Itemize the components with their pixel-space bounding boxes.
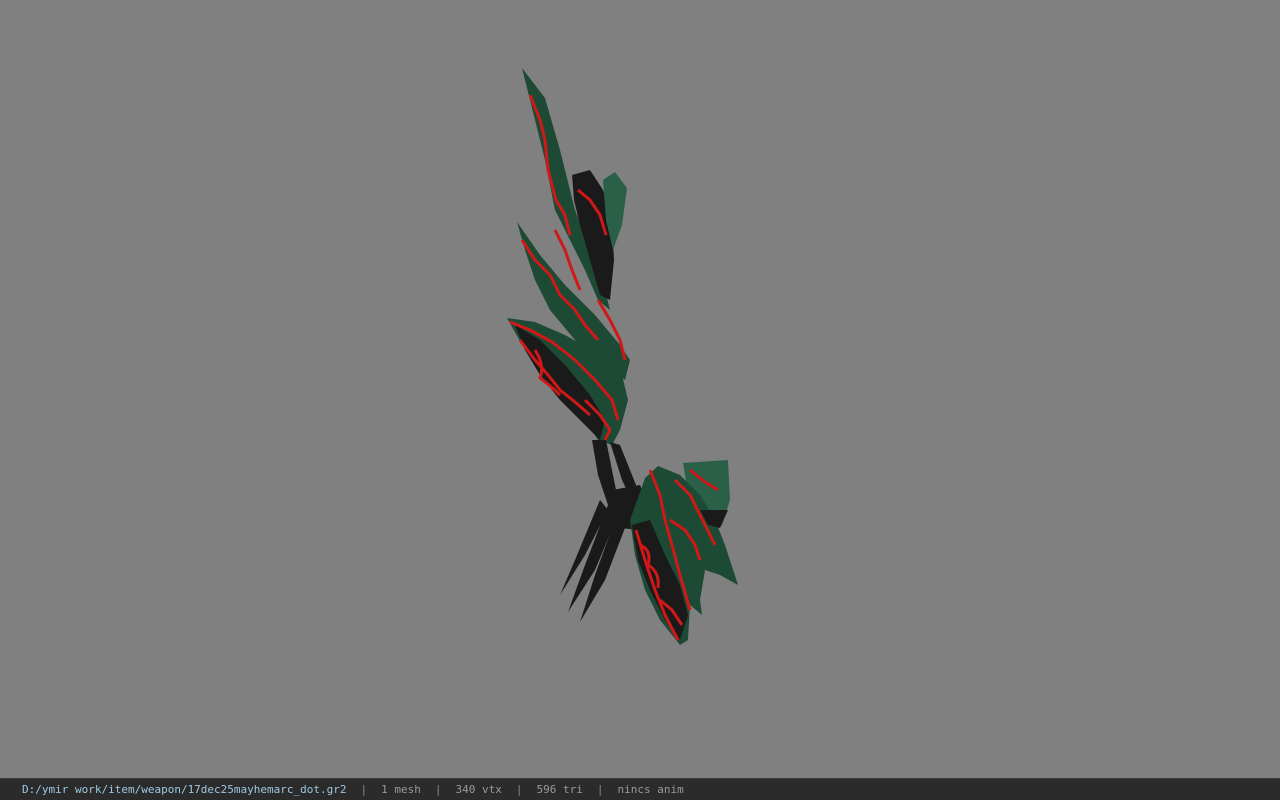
status-vertex-count: 340 vtx [455,783,502,796]
status-file-path: D:/ymir work/item/weapon/17dec25mayhemar… [22,783,347,796]
status-anim: nincs anim [617,783,684,796]
status-separator: | [596,783,604,796]
status-mesh-count: 1 mesh [381,783,421,796]
status-separator: | [360,783,368,796]
status-triangle-count: 596 tri [536,783,583,796]
3d-viewport[interactable] [0,0,1280,778]
weapon-model-render [507,68,738,645]
status-separator: | [515,783,523,796]
status-bar: D:/ymir work/item/weapon/17dec25mayhemar… [0,778,1280,800]
status-separator: | [434,783,442,796]
